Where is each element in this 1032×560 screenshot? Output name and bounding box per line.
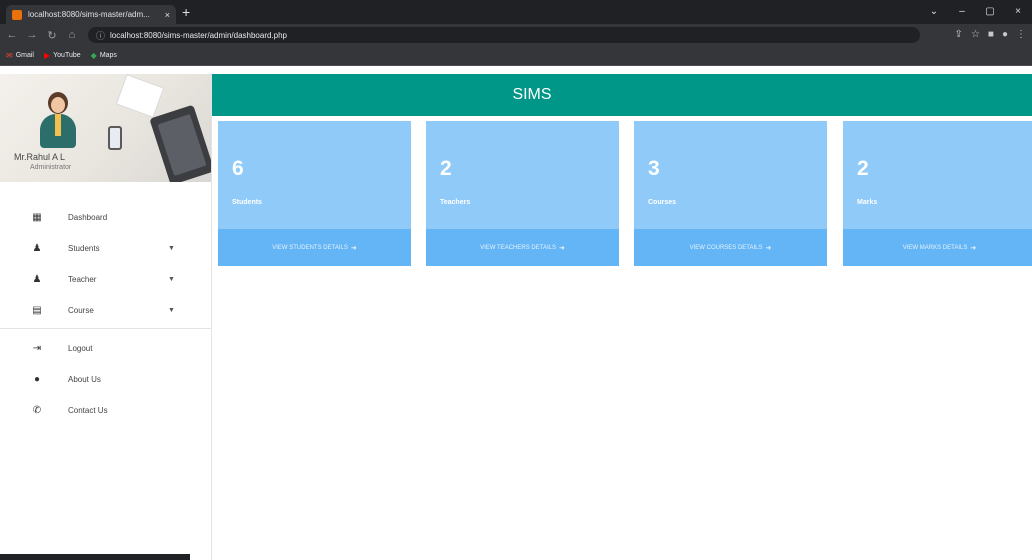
- top-header: SIMS: [212, 74, 1032, 116]
- phone-illustration: [108, 126, 122, 150]
- bookmark-label: Maps: [99, 52, 117, 59]
- arrow-circle-icon: ➜: [558, 244, 565, 252]
- address-url: localhost:8080/sims-master/admin/dashboa…: [110, 30, 287, 40]
- profile-icon[interactable]: ●: [1002, 27, 1008, 43]
- reload-icon[interactable]: ↻: [44, 29, 60, 42]
- mail-icon: ✉: [6, 51, 13, 60]
- star-icon[interactable]: ☆: [971, 27, 980, 43]
- caret-down-icon[interactable]: ▼: [168, 245, 175, 252]
- teachers-card: 2 Teachers VIEW TEACHERS DETAILS ➜: [426, 121, 619, 266]
- browser-tabstrip: localhost:8080/sims-master/adm... × + ⌄ …: [0, 0, 1032, 24]
- card-label: Courses: [648, 199, 677, 206]
- sidebar-item-label: Course: [68, 306, 94, 315]
- arrow-circle-icon: ➜: [350, 244, 357, 252]
- favicon-icon: [12, 9, 22, 20]
- toolbar-icons: ⇪ ☆ ■ ● ⋮: [955, 27, 1026, 43]
- bookmark-label: YouTube: [53, 52, 81, 59]
- maximize-button[interactable]: ▢: [976, 0, 1004, 24]
- maps-icon: ◆: [90, 51, 97, 60]
- forward-arrow-icon[interactable]: →: [24, 29, 40, 41]
- brand-title[interactable]: SIMS: [212, 74, 852, 116]
- card-link-text: VIEW COURSES DETAILS: [689, 244, 763, 251]
- tab-search-icon[interactable]: ⌄: [920, 0, 948, 24]
- card-count: 2: [440, 157, 452, 180]
- person-icon: ♟: [32, 243, 42, 254]
- menu-kebab-icon[interactable]: ⋮: [1016, 27, 1026, 43]
- laptop-illustration: [149, 104, 211, 182]
- address-bar[interactable]: ⓘ localhost:8080/sims-master/admin/dashb…: [88, 27, 920, 43]
- card-count: 3: [648, 157, 660, 180]
- extension-icon[interactable]: ■: [988, 27, 994, 43]
- status-bar: [0, 554, 190, 560]
- youtube-icon: ▶: [43, 51, 51, 60]
- sidebar-item-teacher[interactable]: ♟ Teacher ▼: [0, 264, 211, 295]
- paper-illustration: [115, 74, 165, 118]
- card-label: Marks: [857, 199, 878, 206]
- page: Mr.Rahul A L Administrator ▦ Dashboard ♟…: [0, 66, 1032, 560]
- home-icon[interactable]: ⌂: [64, 29, 80, 41]
- bookmark-label: Gmail: [15, 52, 34, 59]
- arrow-circle-icon: ➜: [765, 244, 772, 252]
- book-icon: ▤: [32, 305, 42, 316]
- tab-title: localhost:8080/sims-master/adm...: [28, 10, 150, 19]
- sidebar-item-label: About Us: [68, 375, 101, 384]
- caret-down-icon[interactable]: ▼: [168, 307, 175, 314]
- sidebar-item-about[interactable]: ● About Us: [0, 364, 211, 395]
- card-label: Students: [232, 199, 262, 206]
- share-icon[interactable]: ⇪: [955, 27, 963, 43]
- sidebar: Mr.Rahul A L Administrator ▦ Dashboard ♟…: [0, 74, 212, 560]
- card-count: 2: [857, 157, 869, 180]
- close-window-button[interactable]: ×: [1004, 0, 1032, 24]
- person-icon: ♟: [32, 274, 42, 285]
- card-footer-link[interactable]: VIEW TEACHERS DETAILS ➜: [426, 229, 619, 266]
- card-label: Teachers: [440, 199, 471, 206]
- sidebar-item-label: Teacher: [68, 275, 97, 284]
- students-card: 6 Students VIEW STUDENTS DETAILS ➜: [218, 121, 411, 266]
- profile-role: Administrator: [30, 164, 72, 171]
- sidebar-item-label: Logout: [68, 344, 93, 353]
- bookmark-youtube[interactable]: ▶ YouTube: [44, 51, 81, 60]
- card-footer-link[interactable]: VIEW COURSES DETAILS ➜: [634, 229, 827, 266]
- grid-icon: ▦: [32, 212, 42, 223]
- bookmark-gmail[interactable]: ✉ Gmail: [6, 51, 34, 60]
- card-link-text: VIEW MARKS DETAILS: [902, 244, 968, 251]
- sidebar-item-course[interactable]: ▤ Course ▼: [0, 295, 211, 326]
- sidebar-item-dashboard[interactable]: ▦ Dashboard: [0, 202, 211, 233]
- sidebar-item-students[interactable]: ♟ Students ▼: [0, 233, 211, 264]
- window-controls: ⌄ – ▢ ×: [920, 0, 1032, 24]
- browser-tab[interactable]: localhost:8080/sims-master/adm... ×: [6, 5, 176, 24]
- bookmark-maps[interactable]: ◆ Maps: [91, 51, 117, 60]
- minimize-button[interactable]: –: [948, 0, 976, 24]
- sidebar-item-logout[interactable]: ⇥ Logout: [0, 333, 211, 364]
- avatar: [38, 92, 78, 150]
- logout-icon: ⇥: [32, 343, 42, 354]
- info-icon: ●: [33, 374, 41, 385]
- sidebar-item-label: Contact Us: [68, 406, 108, 415]
- sidebar-item-label: Students: [68, 244, 100, 253]
- back-arrow-icon[interactable]: ←: [4, 29, 20, 41]
- sidebar-item-label: Dashboard: [68, 213, 108, 222]
- new-tab-button[interactable]: +: [182, 4, 190, 20]
- card-link-text: VIEW TEACHERS DETAILS: [480, 244, 556, 251]
- card-footer-link[interactable]: VIEW MARKS DETAILS ➜: [843, 229, 1032, 266]
- sidebar-item-contact[interactable]: ✆ Contact Us: [0, 395, 211, 426]
- close-tab-icon[interactable]: ×: [165, 10, 170, 20]
- card-count: 6: [232, 157, 244, 180]
- profile-name: Mr.Rahul A L: [14, 152, 66, 162]
- marks-card: 2 Marks VIEW MARKS DETAILS ➜: [843, 121, 1032, 266]
- profile-banner: Mr.Rahul A L Administrator: [0, 74, 211, 182]
- summary-cards: 6 Students VIEW STUDENTS DETAILS ➜ 2 Tea…: [218, 121, 1032, 267]
- sidebar-menu: ▦ Dashboard ♟ Students ▼ ♟ Teacher ▼ ▤ C…: [0, 182, 211, 426]
- menu-divider: [0, 328, 211, 329]
- caret-down-icon[interactable]: ▼: [168, 276, 175, 283]
- info-icon[interactable]: ⓘ: [96, 29, 105, 42]
- courses-card: 3 Courses VIEW COURSES DETAILS ➜: [634, 121, 827, 266]
- browser-toolbar: ← → ↻ ⌂ ⓘ localhost:8080/sims-master/adm…: [0, 24, 1032, 46]
- card-footer-link[interactable]: VIEW STUDENTS DETAILS ➜: [218, 229, 411, 266]
- card-link-text: VIEW STUDENTS DETAILS: [272, 244, 348, 251]
- arrow-circle-icon: ➜: [970, 244, 977, 252]
- phone-icon: ✆: [32, 405, 42, 416]
- bookmarks-bar: ✉ Gmail ▶ YouTube ◆ Maps: [0, 46, 1032, 66]
